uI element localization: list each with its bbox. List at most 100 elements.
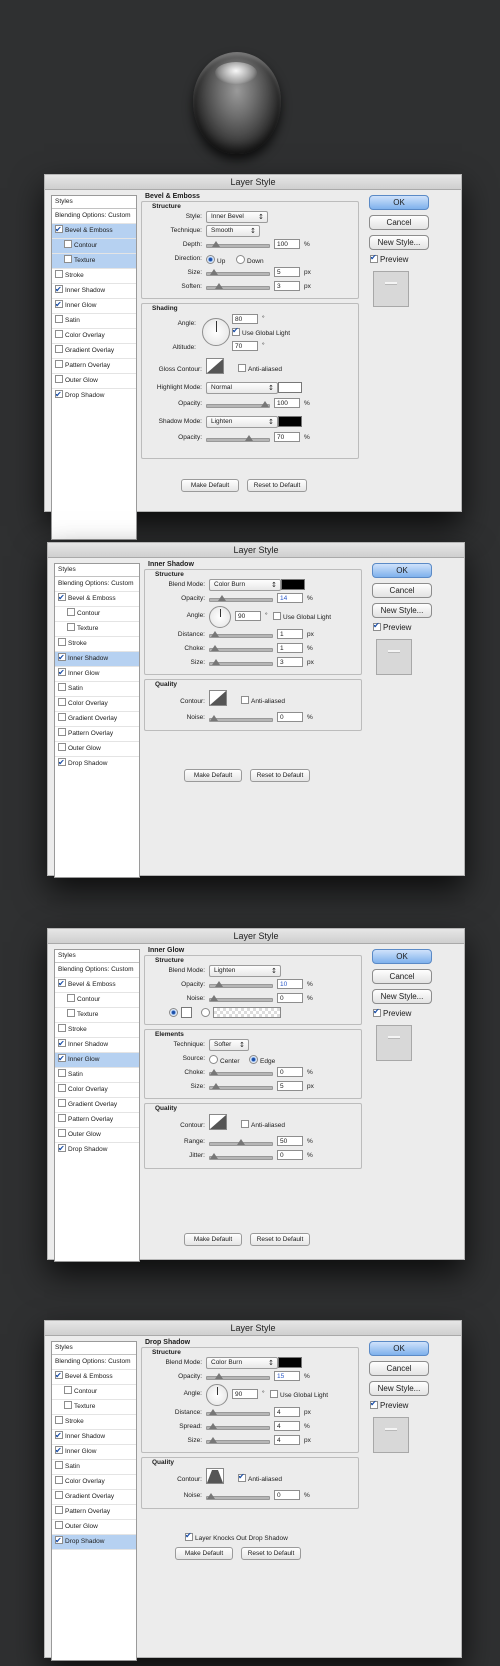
- slider-knob[interactable]: [210, 995, 218, 1001]
- checkbox[interactable]: [55, 1369, 63, 1383]
- checkbox[interactable]: [64, 240, 72, 248]
- altitude-input[interactable]: 70: [232, 341, 258, 351]
- style-select[interactable]: Inner Bevel: [206, 211, 268, 223]
- preview-checkbox[interactable]: [370, 253, 378, 263]
- checkbox[interactable]: [58, 977, 66, 991]
- knockout-option[interactable]: Layer Knocks Out Drop Shadow: [185, 1531, 288, 1542]
- size-slider[interactable]: [209, 659, 273, 666]
- list-item-inner-glow[interactable]: Inner Glow: [55, 1052, 139, 1068]
- technique-select[interactable]: Softer: [209, 1039, 249, 1051]
- slider-knob[interactable]: [211, 631, 219, 637]
- slider-knob[interactable]: [245, 435, 253, 441]
- checkbox[interactable]: [58, 651, 66, 665]
- list-item-bevel-emboss[interactable]: Bevel & Emboss: [52, 223, 136, 239]
- list-item-texture[interactable]: Texture: [52, 254, 136, 269]
- checkbox[interactable]: [55, 360, 63, 368]
- list-item-stroke[interactable]: Stroke: [55, 1023, 139, 1038]
- checkbox[interactable]: [241, 1120, 249, 1128]
- slider-knob[interactable]: [212, 241, 220, 247]
- preview-option[interactable]: Preview: [370, 1399, 408, 1410]
- checkbox[interactable]: [58, 713, 66, 721]
- list-item-blending-options[interactable]: Blending Options: Custom: [55, 577, 139, 592]
- list-item-inner-glow[interactable]: Inner Glow: [52, 298, 136, 314]
- list-item-color-overlay[interactable]: Color Overlay: [52, 1475, 136, 1490]
- list-item-satin[interactable]: Satin: [55, 682, 139, 697]
- checkbox[interactable]: [55, 1476, 63, 1484]
- checkbox[interactable]: [58, 591, 66, 605]
- opacity-slider[interactable]: [206, 1373, 270, 1380]
- list-item-blending-options[interactable]: Blending Options: Custom: [55, 963, 139, 978]
- checkbox[interactable]: [55, 1416, 63, 1424]
- range-input[interactable]: 50: [277, 1136, 303, 1146]
- noise-input[interactable]: 0: [277, 993, 303, 1003]
- shadow-color-swatch[interactable]: [281, 579, 305, 590]
- size-slider[interactable]: [209, 1083, 273, 1090]
- checkbox[interactable]: [241, 696, 249, 704]
- choke-input[interactable]: 0: [277, 1067, 303, 1077]
- size-input[interactable]: 5: [274, 267, 300, 277]
- list-item-color-overlay[interactable]: Color Overlay: [52, 329, 136, 344]
- ok-button[interactable]: OK: [369, 1341, 429, 1356]
- checkbox[interactable]: [67, 994, 75, 1002]
- list-item-bevel-emboss[interactable]: Bevel & Emboss: [52, 1369, 136, 1385]
- list-item-outer-glow[interactable]: Outer Glow: [52, 1520, 136, 1535]
- checkbox[interactable]: [55, 330, 63, 338]
- slider-knob[interactable]: [211, 645, 219, 651]
- list-item-inner-shadow[interactable]: Inner Shadow: [52, 283, 136, 299]
- noise-slider[interactable]: [209, 715, 273, 722]
- list-item-stroke[interactable]: Stroke: [52, 269, 136, 284]
- blend-mode-select[interactable]: Color Burn: [209, 579, 281, 591]
- checkbox[interactable]: [58, 1052, 66, 1066]
- list-item-outer-glow[interactable]: Outer Glow: [52, 374, 136, 389]
- distance-input[interactable]: 4: [274, 1407, 300, 1417]
- list-item-texture[interactable]: Texture: [52, 1400, 136, 1415]
- list-item-color-overlay[interactable]: Color Overlay: [55, 1083, 139, 1098]
- list-item-texture[interactable]: Texture: [55, 1008, 139, 1023]
- list-item-texture[interactable]: Texture: [55, 622, 139, 637]
- slider-knob[interactable]: [212, 1083, 220, 1089]
- reset-to-default-button[interactable]: Reset to Default: [250, 769, 310, 782]
- styles-list-header[interactable]: Styles: [55, 564, 139, 577]
- depth-slider[interactable]: [206, 241, 270, 248]
- anti-aliased-option[interactable]: Anti-aliased: [238, 1472, 282, 1483]
- list-item-outer-glow[interactable]: Outer Glow: [55, 742, 139, 757]
- checkbox[interactable]: [64, 255, 72, 263]
- checkbox[interactable]: [64, 1401, 72, 1409]
- list-item-inner-shadow[interactable]: Inner Shadow: [55, 651, 139, 667]
- checkbox[interactable]: [67, 1009, 75, 1017]
- list-item-pattern-overlay[interactable]: Pattern Overlay: [55, 1113, 139, 1128]
- reset-to-default-button[interactable]: Reset to Default: [250, 1233, 310, 1246]
- styles-list-header[interactable]: Styles: [52, 1342, 136, 1355]
- checkbox[interactable]: [58, 756, 66, 770]
- angle-input[interactable]: 90: [235, 611, 261, 621]
- checkbox[interactable]: [55, 298, 63, 312]
- anti-aliased-option[interactable]: Anti-aliased: [241, 1120, 285, 1129]
- opacity-slider[interactable]: [209, 595, 273, 602]
- color-mode-option[interactable]: [169, 1008, 180, 1018]
- new-style-button[interactable]: New Style...: [372, 603, 432, 618]
- list-item-stroke[interactable]: Stroke: [55, 637, 139, 652]
- list-item-blending-options[interactable]: Blending Options: Custom: [52, 1355, 136, 1370]
- list-item-pattern-overlay[interactable]: Pattern Overlay: [52, 359, 136, 374]
- list-item-stroke[interactable]: Stroke: [52, 1415, 136, 1430]
- list-item-satin[interactable]: Satin: [55, 1068, 139, 1083]
- jitter-slider[interactable]: [209, 1153, 273, 1160]
- slider-knob[interactable]: [207, 1493, 215, 1499]
- checkbox[interactable]: [58, 698, 66, 706]
- checkbox[interactable]: [58, 1037, 66, 1051]
- spread-slider[interactable]: [206, 1423, 270, 1430]
- highlight-opacity-input[interactable]: 100: [274, 398, 300, 408]
- styles-list-header[interactable]: Styles: [52, 196, 136, 209]
- size-input[interactable]: 4: [274, 1435, 300, 1445]
- shadow-color-swatch[interactable]: [278, 1357, 302, 1368]
- checkbox[interactable]: [58, 1099, 66, 1107]
- reset-to-default-button[interactable]: Reset to Default: [247, 479, 307, 492]
- contour-picker[interactable]: [206, 1468, 224, 1484]
- checkbox[interactable]: [270, 1390, 278, 1398]
- checkbox[interactable]: [55, 223, 63, 237]
- angle-dial[interactable]: [206, 1384, 228, 1406]
- slider-knob[interactable]: [209, 1423, 217, 1429]
- list-item-contour[interactable]: Contour: [55, 607, 139, 622]
- checkbox[interactable]: [55, 315, 63, 323]
- opacity-input[interactable]: 14: [277, 593, 303, 603]
